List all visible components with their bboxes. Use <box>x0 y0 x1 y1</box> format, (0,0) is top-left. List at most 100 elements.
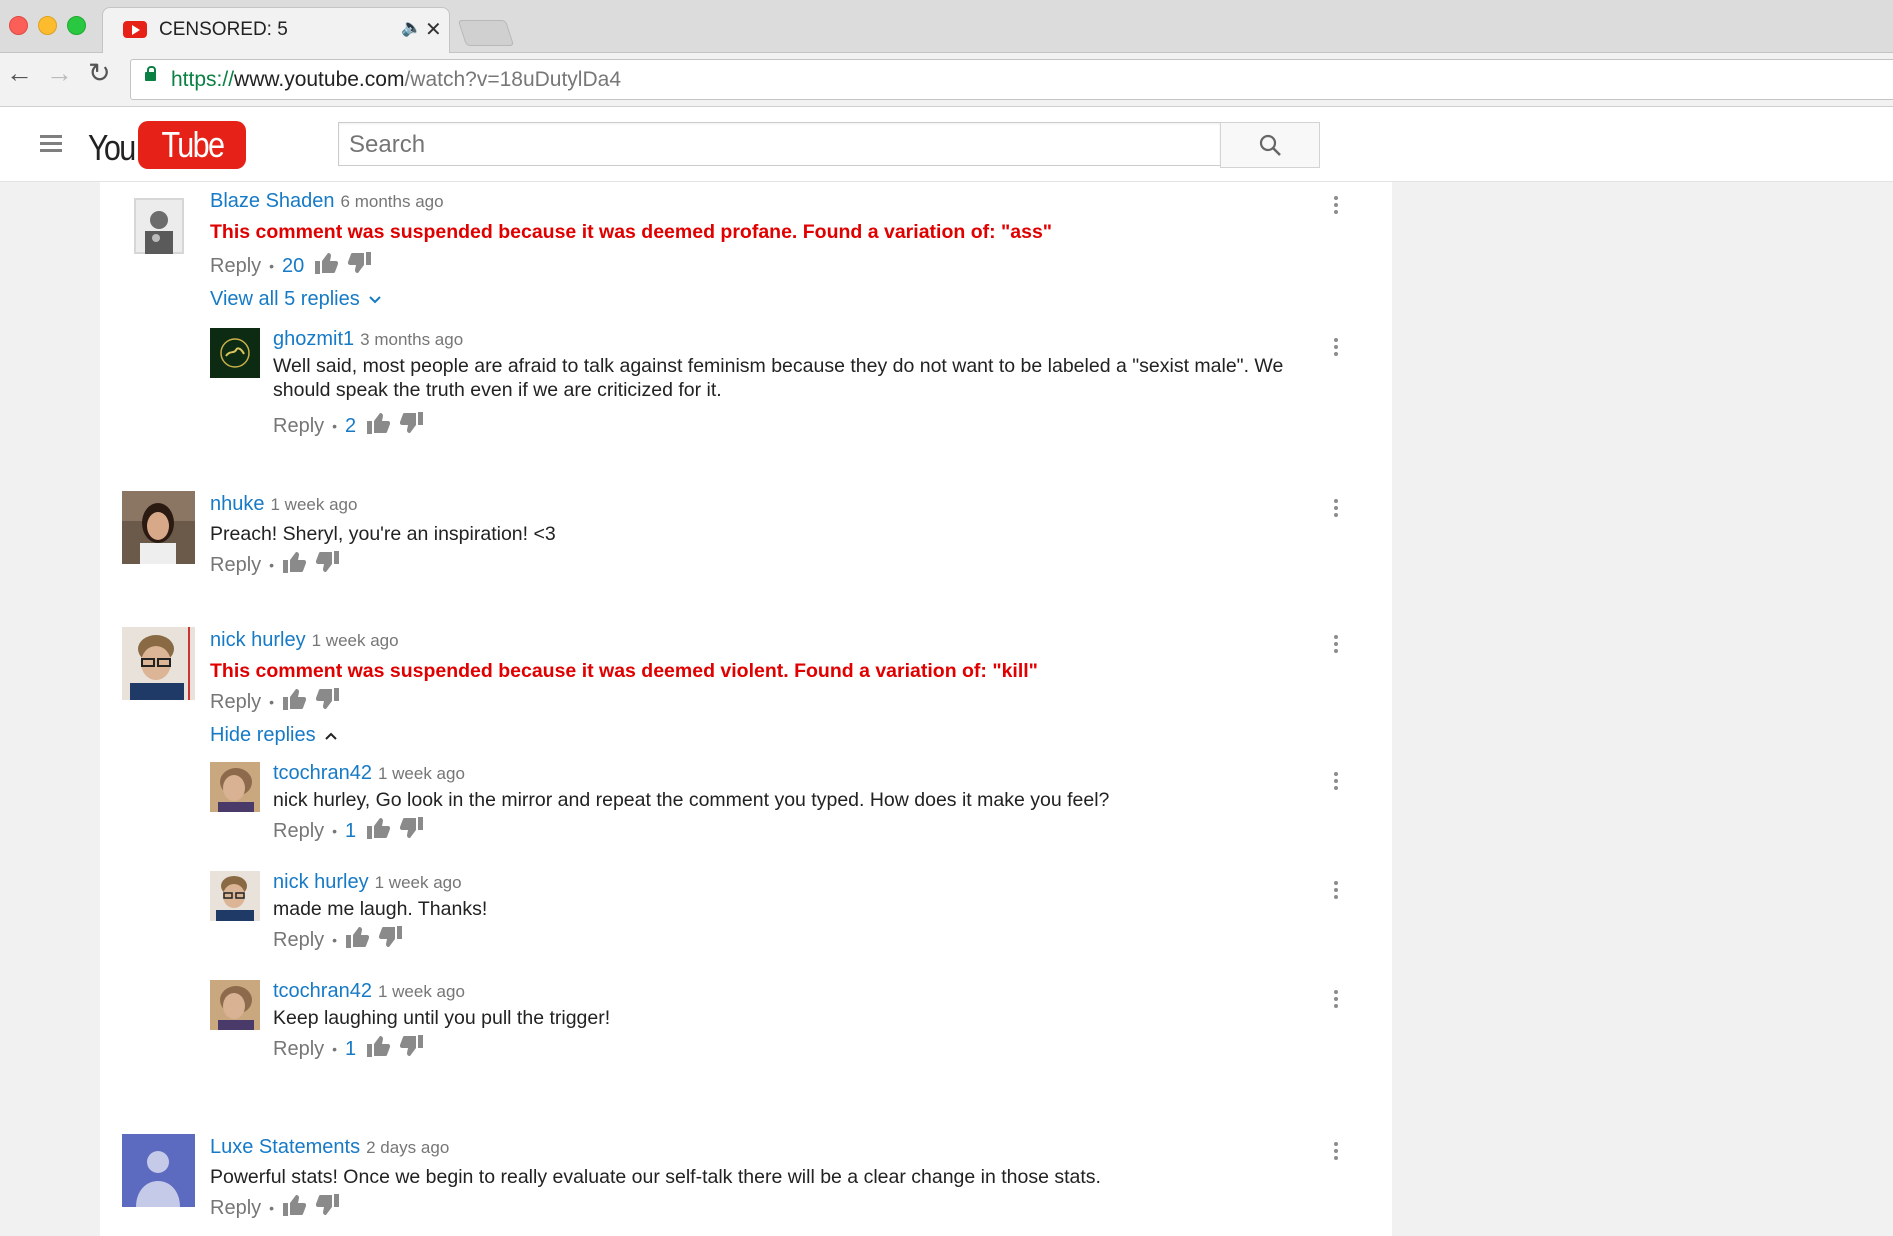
comment-timestamp[interactable]: 1 week ago <box>378 764 465 783</box>
comment-text: Powerful stats! Once we begin to really … <box>210 1166 1101 1188</box>
comment-timestamp[interactable]: 1 week ago <box>378 982 465 1001</box>
separator-dot: • <box>332 1041 338 1057</box>
thumbs-down-icon[interactable] <box>400 1035 424 1063</box>
minimize-window-button[interactable] <box>38 16 57 35</box>
comment-actions: Reply • 2 <box>273 412 434 440</box>
reply-comment: nick hurley 1 week ago made me laugh. Tha… <box>210 871 1392 961</box>
search-input[interactable] <box>349 131 1199 159</box>
close-window-button[interactable] <box>9 16 28 35</box>
logo-tube-text: Tube <box>161 124 225 165</box>
comment-thread: Luxe Statements 2 days ago Powerful stats… <box>100 1128 1392 1236</box>
separator-dot: • <box>332 823 338 839</box>
comment-author[interactable]: Blaze Shaden <box>210 190 335 212</box>
hide-replies-label: Hide replies <box>210 724 316 746</box>
guide-menu-icon[interactable] <box>40 135 62 153</box>
lock-icon <box>145 66 156 81</box>
thumbs-down-icon[interactable] <box>378 926 403 954</box>
url-text[interactable]: https://www.youtube.com/watch?v=18uDutyl… <box>171 68 621 92</box>
speaker-icon[interactable]: 🔈 <box>401 18 422 38</box>
forward-arrow-icon[interactable]: → <box>46 60 73 87</box>
reply-button[interactable]: Reply <box>273 820 324 843</box>
comment-thread: nhuke 1 week ago Preach! Sheryl, you're a… <box>100 485 1392 595</box>
avatar[interactable] <box>210 762 260 812</box>
comment-author[interactable]: tcochran42 <box>273 980 372 1002</box>
browser-toolbar: ← → ↻ https://www.youtube.com/watch?v=18… <box>0 53 1893 107</box>
comment-menu-icon[interactable] <box>1330 772 1342 794</box>
reply-button[interactable]: Reply <box>210 255 261 278</box>
thumbs-up-icon[interactable] <box>282 688 307 716</box>
comment-menu-icon[interactable] <box>1330 499 1342 521</box>
zoom-window-button[interactable] <box>67 16 86 35</box>
back-arrow-icon[interactable]: ← <box>6 60 33 87</box>
avatar[interactable] <box>122 491 195 564</box>
browser-tab-active[interactable]: CENSORED: 5 🔈 ✕ <box>102 7 450 53</box>
search-box[interactable] <box>338 122 1221 166</box>
comment-actions: Reply • <box>273 926 413 954</box>
thumbs-up-icon[interactable] <box>282 1194 307 1222</box>
separator-dot: • <box>269 557 275 573</box>
comment-menu-icon[interactable] <box>1330 338 1342 360</box>
reply-button[interactable]: Reply <box>210 554 261 577</box>
reply-button[interactable]: Reply <box>210 1197 261 1220</box>
comment-text-line: Well said, most people are afraid to tal… <box>273 355 1284 377</box>
thumbs-down-icon[interactable] <box>315 1194 340 1222</box>
avatar[interactable] <box>210 328 260 378</box>
thumbs-down-icon[interactable] <box>400 412 424 440</box>
comment-timestamp[interactable]: 3 months ago <box>360 330 463 349</box>
comment-text: Preach! Sheryl, you're an inspiration! <… <box>210 523 556 545</box>
avatar[interactable] <box>210 871 260 921</box>
avatar[interactable] <box>122 1134 195 1207</box>
address-bar[interactable]: https://www.youtube.com/watch?v=18uDutyl… <box>130 59 1893 100</box>
separator-dot: • <box>269 1200 275 1216</box>
comment-timestamp[interactable]: 1 week ago <box>271 495 358 514</box>
tab-close-icon[interactable]: ✕ <box>425 17 442 42</box>
comment-author[interactable]: Luxe Statements <box>210 1136 360 1158</box>
thumbs-down-icon[interactable] <box>400 817 424 845</box>
comment-author[interactable]: tcochran42 <box>273 762 372 784</box>
new-tab-button[interactable] <box>457 20 515 46</box>
chevron-up-icon <box>324 732 337 740</box>
comment-menu-icon[interactable] <box>1330 881 1342 903</box>
search-button[interactable] <box>1220 122 1320 168</box>
avatar[interactable] <box>122 627 195 700</box>
thumbs-up-icon[interactable] <box>366 412 391 440</box>
thumbs-down-icon[interactable] <box>315 551 340 579</box>
view-replies-button[interactable]: View all 5 replies <box>210 288 382 311</box>
comment-timestamp[interactable]: 1 week ago <box>312 631 399 650</box>
comment-menu-icon[interactable] <box>1330 990 1342 1012</box>
thumbs-down-icon[interactable] <box>348 252 372 280</box>
thumbs-up-icon[interactable] <box>282 551 307 579</box>
hide-replies-button[interactable]: Hide replies <box>210 724 338 747</box>
avatar[interactable] <box>134 198 184 254</box>
comment-menu-icon[interactable] <box>1330 196 1342 218</box>
logo-tube-badge: Tube <box>138 121 246 169</box>
reload-icon[interactable]: ↻ <box>88 60 111 87</box>
thumbs-down-icon[interactable] <box>315 688 340 716</box>
suspended-comment-notice: This comment was suspended because it wa… <box>210 221 1053 243</box>
reply-button[interactable]: Reply <box>273 415 324 438</box>
thumbs-up-icon[interactable] <box>345 926 370 954</box>
comment-author[interactable]: nhuke <box>210 493 265 515</box>
youtube-favicon-icon <box>123 21 147 38</box>
thumbs-up-icon[interactable] <box>314 252 339 280</box>
comment-author[interactable]: nick hurley <box>273 871 369 893</box>
separator-dot: • <box>332 932 338 948</box>
reply-button[interactable]: Reply <box>273 1038 324 1061</box>
like-count: 1 <box>345 819 357 842</box>
comment-menu-icon[interactable] <box>1330 1142 1342 1164</box>
like-count: 20 <box>282 254 305 277</box>
avatar[interactable] <box>210 980 260 1030</box>
comment-author[interactable]: nick hurley <box>210 629 306 651</box>
comment-author[interactable]: ghozmit1 <box>273 328 354 350</box>
comment-timestamp[interactable]: 2 days ago <box>366 1138 449 1157</box>
comment-menu-icon[interactable] <box>1330 635 1342 657</box>
comment-timestamp[interactable]: 6 months ago <box>341 192 444 211</box>
comment-timestamp[interactable]: 1 week ago <box>375 873 462 892</box>
thumbs-up-icon[interactable] <box>366 1035 391 1063</box>
suspended-comment-notice: This comment was suspended because it wa… <box>210 660 1038 682</box>
reply-button[interactable]: Reply <box>210 691 261 714</box>
thumbs-up-icon[interactable] <box>366 817 391 845</box>
separator-dot: • <box>332 418 338 434</box>
comment-text: Well said, most people are afraid to tal… <box>273 354 1353 402</box>
reply-button[interactable]: Reply <box>273 929 324 952</box>
